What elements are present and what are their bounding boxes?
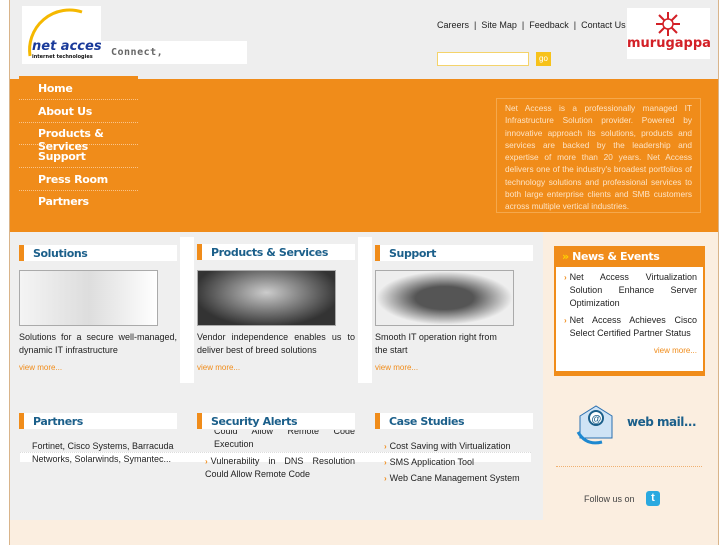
twitter-icon[interactable]: t	[646, 491, 660, 506]
nav-about-us[interactable]: About Us	[19, 100, 138, 123]
nav-products-services[interactable]: Products & Services	[19, 122, 138, 153]
murugappa-wordmark: murugappa	[627, 36, 711, 51]
murugappa-logo[interactable]: murugappa	[627, 8, 711, 59]
murugappa-flower-icon	[656, 12, 680, 36]
search-go-button[interactable]: go	[536, 52, 551, 66]
products-heading: Products & Services	[197, 244, 355, 260]
products-view-more-link[interactable]: view more...	[197, 363, 240, 372]
case-studies-list: › Cost Saving with Virtualization › SMS Ap…	[384, 440, 534, 485]
partners-heading: Partners	[19, 413, 177, 429]
news-view-more-link[interactable]: view more...	[564, 346, 697, 355]
solutions-text: Solutions for a secure well-managed, dyn…	[19, 332, 177, 355]
arrow-icon: ›	[384, 458, 387, 467]
security-alert-item[interactable]: Could Allow Remote Code Execution	[205, 430, 355, 451]
careers-link[interactable]: Careers	[437, 20, 469, 30]
support-heading: Support	[375, 245, 533, 261]
intro-text: Net Access is a professionally managed I…	[496, 98, 701, 213]
svg-text:@: @	[592, 414, 602, 425]
chevron-right-icon: »	[562, 250, 569, 263]
sitemap-link[interactable]: Site Map	[481, 20, 517, 30]
products-text: Vendor independence enables us to delive…	[197, 332, 355, 355]
news-heading: News & Events	[572, 250, 660, 263]
case-study-item[interactable]: Web Cane Management System	[390, 473, 520, 483]
webmail-envelope-icon[interactable]: @	[576, 402, 616, 446]
arrow-icon: ›	[564, 316, 567, 325]
case-study-item[interactable]: SMS Application Tool	[390, 457, 474, 467]
security-alerts-ticker: Could Allow Remote Code Execution › Vulne…	[205, 430, 355, 490]
column-divider	[180, 237, 194, 383]
top-links: Careers | Site Map | Feedback | Contact …	[437, 20, 626, 30]
column-divider	[358, 237, 372, 383]
net-access-logo[interactable]: net accessinternet technologies	[22, 6, 110, 64]
partners-text: Fortinet, Cisco Systems, Barracuda Netwo…	[32, 441, 174, 464]
tagline: Connect,	[101, 41, 247, 64]
nav-partners[interactable]: Partners	[19, 190, 138, 213]
arrow-icon: ›	[205, 457, 208, 466]
header	[10, 0, 718, 79]
nav-home[interactable]: Home	[19, 77, 138, 100]
search-input[interactable]	[437, 52, 529, 66]
contact-link[interactable]: Contact Us	[581, 20, 626, 30]
nav-support[interactable]: Support	[19, 145, 138, 168]
arrow-icon: ›	[384, 474, 387, 483]
svg-text:internet technologies: internet technologies	[32, 54, 93, 60]
support-view-more-link[interactable]: view more...	[375, 363, 418, 372]
solutions-heading: Solutions	[19, 245, 177, 261]
arrow-icon: ›	[384, 442, 387, 451]
news-events-panel: » News & Events › Net Access Virtualizati…	[554, 246, 705, 376]
arrow-icon: ›	[564, 273, 567, 282]
follow-us-label: Follow us on	[584, 494, 635, 504]
products-handshake-image	[197, 270, 336, 326]
security-alerts-heading: Security Alerts	[197, 413, 355, 429]
case-studies-heading: Case Studies	[375, 413, 533, 429]
news-item[interactable]: Net Access Achieves Cisco Select Certifi…	[570, 314, 697, 340]
webmail-link[interactable]: web mail...	[627, 415, 697, 429]
solutions-puzzle-image	[19, 270, 158, 326]
solutions-view-more-link[interactable]: view more...	[19, 363, 62, 372]
feedback-link[interactable]: Feedback	[529, 20, 569, 30]
nav-press-room[interactable]: Press Room	[19, 168, 138, 191]
support-people-circle-image	[375, 270, 514, 326]
support-text: Smooth IT operation right from the start	[375, 332, 497, 355]
case-study-item[interactable]: Cost Saving with Virtualization	[390, 441, 511, 451]
news-item[interactable]: Net Access Virtualization Solution Enhan…	[570, 271, 697, 310]
security-alert-item[interactable]: Vulnerability in DNS Resolution Could Al…	[205, 456, 355, 479]
svg-text:net access: net access	[32, 39, 101, 54]
divider	[556, 466, 702, 467]
